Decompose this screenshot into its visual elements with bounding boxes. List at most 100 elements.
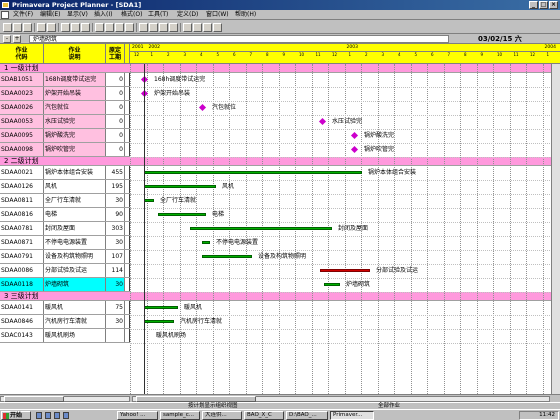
activity-row[interactable]: SDAA0023 炉架开始吊装 0 (0, 87, 130, 101)
duration-cell[interactable]: 0 (106, 143, 125, 156)
activity-bar[interactable] (202, 241, 210, 244)
zoom-out-icon[interactable] (149, 23, 158, 32)
critical-activity-bar[interactable] (320, 269, 370, 272)
activity-desc-cell[interactable]: 暖风机 (44, 301, 106, 314)
activity-desc-cell[interactable]: 全厂行车清就 (44, 194, 106, 207)
duration-cell[interactable]: 195 (106, 180, 125, 193)
new-icon[interactable] (3, 23, 12, 32)
activity-desc-cell[interactable]: 炉墙砌筑 (44, 278, 106, 291)
menu-format[interactable]: 格式(O) (121, 10, 142, 20)
menu-help[interactable]: 帮助(H) (235, 10, 256, 20)
cut-icon[interactable] (61, 23, 70, 32)
menu-insert[interactable]: 插入(I) (94, 10, 112, 20)
activity-row[interactable]: SDAA0816 电梯 90 (0, 208, 130, 222)
activity-code-cell[interactable]: SDAB1051 (0, 73, 44, 86)
activity-code-cell[interactable]: SDAA0811 (0, 194, 44, 207)
duration-cell[interactable]: 0 (106, 87, 125, 100)
print-icon[interactable] (37, 23, 46, 32)
duration-cell[interactable]: 75 (106, 301, 125, 314)
organize-icon[interactable] (125, 23, 134, 32)
activity-code-cell[interactable]: SDAA0816 (0, 208, 44, 221)
duration-cell[interactable]: 30 (106, 315, 125, 328)
activity-code-cell[interactable]: SDAA0141 (0, 301, 44, 314)
pert-icon[interactable] (169, 23, 178, 32)
taskbar-item-sample[interactable]: sample_c... (160, 411, 200, 420)
duration-cell[interactable]: 0 (106, 101, 125, 114)
quicklaunch-desktop-icon[interactable] (45, 412, 51, 419)
bar-chart-icon[interactable] (159, 23, 168, 32)
collapse-button[interactable]: - (3, 35, 11, 43)
milestone-marker[interactable] (198, 103, 207, 112)
activity-edit-field[interactable]: 炉墙砌筑 (29, 35, 449, 43)
activity-code-cell[interactable]: SDAA0026 (0, 101, 44, 114)
minimize-button[interactable]: _ (529, 1, 538, 9)
duration-cell[interactable] (106, 329, 125, 342)
duration-cell[interactable]: 30 (106, 194, 125, 207)
activity-code-cell[interactable]: SDAA0846 (0, 315, 44, 328)
activity-code-cell[interactable]: SDAA0781 (0, 222, 44, 235)
activity-row[interactable]: SDAB1051 168h调度带试运完 0 (0, 73, 130, 87)
level-icon[interactable] (105, 23, 114, 32)
activity-code-cell[interactable]: SDAA0095 (0, 129, 44, 142)
activity-bar[interactable] (158, 213, 206, 216)
activity-row[interactable]: SDAA0118 炉墙砌筑 30 (0, 278, 130, 292)
print-preview-icon[interactable] (47, 23, 56, 32)
menu-window[interactable]: 窗口(W) (206, 10, 229, 20)
copy-icon[interactable] (71, 23, 80, 32)
activity-row[interactable]: SDAA0086 分部试验及试运 114 (0, 264, 130, 278)
menu-edit[interactable]: 编辑(E) (40, 10, 60, 20)
duration-cell[interactable]: 0 (106, 129, 125, 142)
activity-desc-cell[interactable]: 不停电电源装置 (44, 236, 106, 249)
activity-desc-cell[interactable]: 锅炉本体组合安装 (44, 166, 106, 179)
quicklaunch-app-icon[interactable] (63, 412, 69, 419)
activity-row[interactable]: SDAA0021 锅炉本体组合安装 455 (0, 166, 130, 180)
activity-code-cell[interactable]: SDAC0143 (0, 329, 44, 342)
taskbar-item-yahoo[interactable]: Yahoo! ... (117, 411, 158, 420)
menu-define[interactable]: 定义(D) (177, 10, 198, 20)
activity-desc-cell[interactable]: 风机 (44, 180, 106, 193)
milestone-marker[interactable] (318, 117, 327, 126)
header-orig-duration[interactable]: 原定 工期 (106, 44, 125, 64)
gantt-timeline[interactable]: 168h调度带试运完 炉架开始吊装 汽包就位 水压试验完 锅炉酸洗完 锅炉吹管完 锅炉本体组… (130, 64, 560, 394)
activity-row[interactable]: SDAA0026 汽包就位 0 (0, 101, 130, 115)
activity-desc-cell[interactable]: 分部试验及试运 (44, 264, 106, 277)
activity-desc-cell[interactable]: 锅炉吹管完 (44, 143, 106, 156)
activity-row[interactable]: SDAA0141 暖风机 75 (0, 301, 130, 315)
activity-row[interactable]: SDAA0846 汽机房行车清就 30 (0, 315, 130, 329)
activity-desc-cell[interactable]: 电梯 (44, 208, 106, 221)
activity-row[interactable]: SDAA0871 不停电电源装置 30 (0, 236, 130, 250)
activity-bar[interactable] (144, 320, 174, 323)
activity-row[interactable]: SDAA0781 封闭及屋面 303 (0, 222, 130, 236)
activity-row[interactable]: SDAA0095 锅炉酸洗完 0 (0, 129, 130, 143)
activity-desc-cell[interactable]: 水压试验完 (44, 115, 106, 128)
activity-code-cell[interactable]: SDAA0098 (0, 143, 44, 156)
duration-cell[interactable]: 0 (106, 115, 125, 128)
header-activity-code[interactable]: 作业 代码 (0, 44, 44, 64)
activity-bar[interactable] (202, 255, 252, 258)
activity-row[interactable]: SDAA0053 水压试验完 0 (0, 115, 130, 129)
duration-cell[interactable]: 114 (106, 264, 125, 277)
activity-desc-cell[interactable]: 汽机房行车清就 (44, 315, 106, 328)
close-button[interactable]: × (549, 1, 558, 9)
activity-desc-cell[interactable]: 设备及构筑物照明 (44, 250, 106, 263)
taskbar-item-primavera[interactable]: Primaver... (330, 411, 374, 420)
activity-bar[interactable] (144, 171, 362, 174)
activity-desc-cell[interactable]: 封闭及屋面 (44, 222, 106, 235)
activity-row[interactable]: SDAA0126 风机 195 (0, 180, 130, 194)
activity-code-cell[interactable]: SDAA0126 (0, 180, 44, 193)
quicklaunch-outlook-icon[interactable] (54, 412, 60, 419)
activity-bar[interactable] (190, 227, 332, 230)
report-icon[interactable] (203, 23, 212, 32)
duration-cell[interactable]: 90 (106, 208, 125, 221)
start-button[interactable]: 开始 (1, 411, 31, 420)
duration-cell[interactable]: 107 (106, 250, 125, 263)
quicklaunch-ie-icon[interactable] (36, 412, 42, 419)
activity-code-cell[interactable]: SDAA0871 (0, 236, 44, 249)
activity-desc-cell[interactable]: 汽包就位 (44, 101, 106, 114)
activity-row[interactable]: SDAA0791 设备及构筑物照明 107 (0, 250, 130, 264)
taskbar-item-dalian[interactable]: 大连供... (202, 411, 242, 420)
open-icon[interactable] (13, 23, 22, 32)
activity-code-cell[interactable]: SDAA0086 (0, 264, 44, 277)
activity-row[interactable]: SDAC0143 暖风机刷场 (0, 329, 130, 343)
duration-cell[interactable]: 30 (106, 236, 125, 249)
